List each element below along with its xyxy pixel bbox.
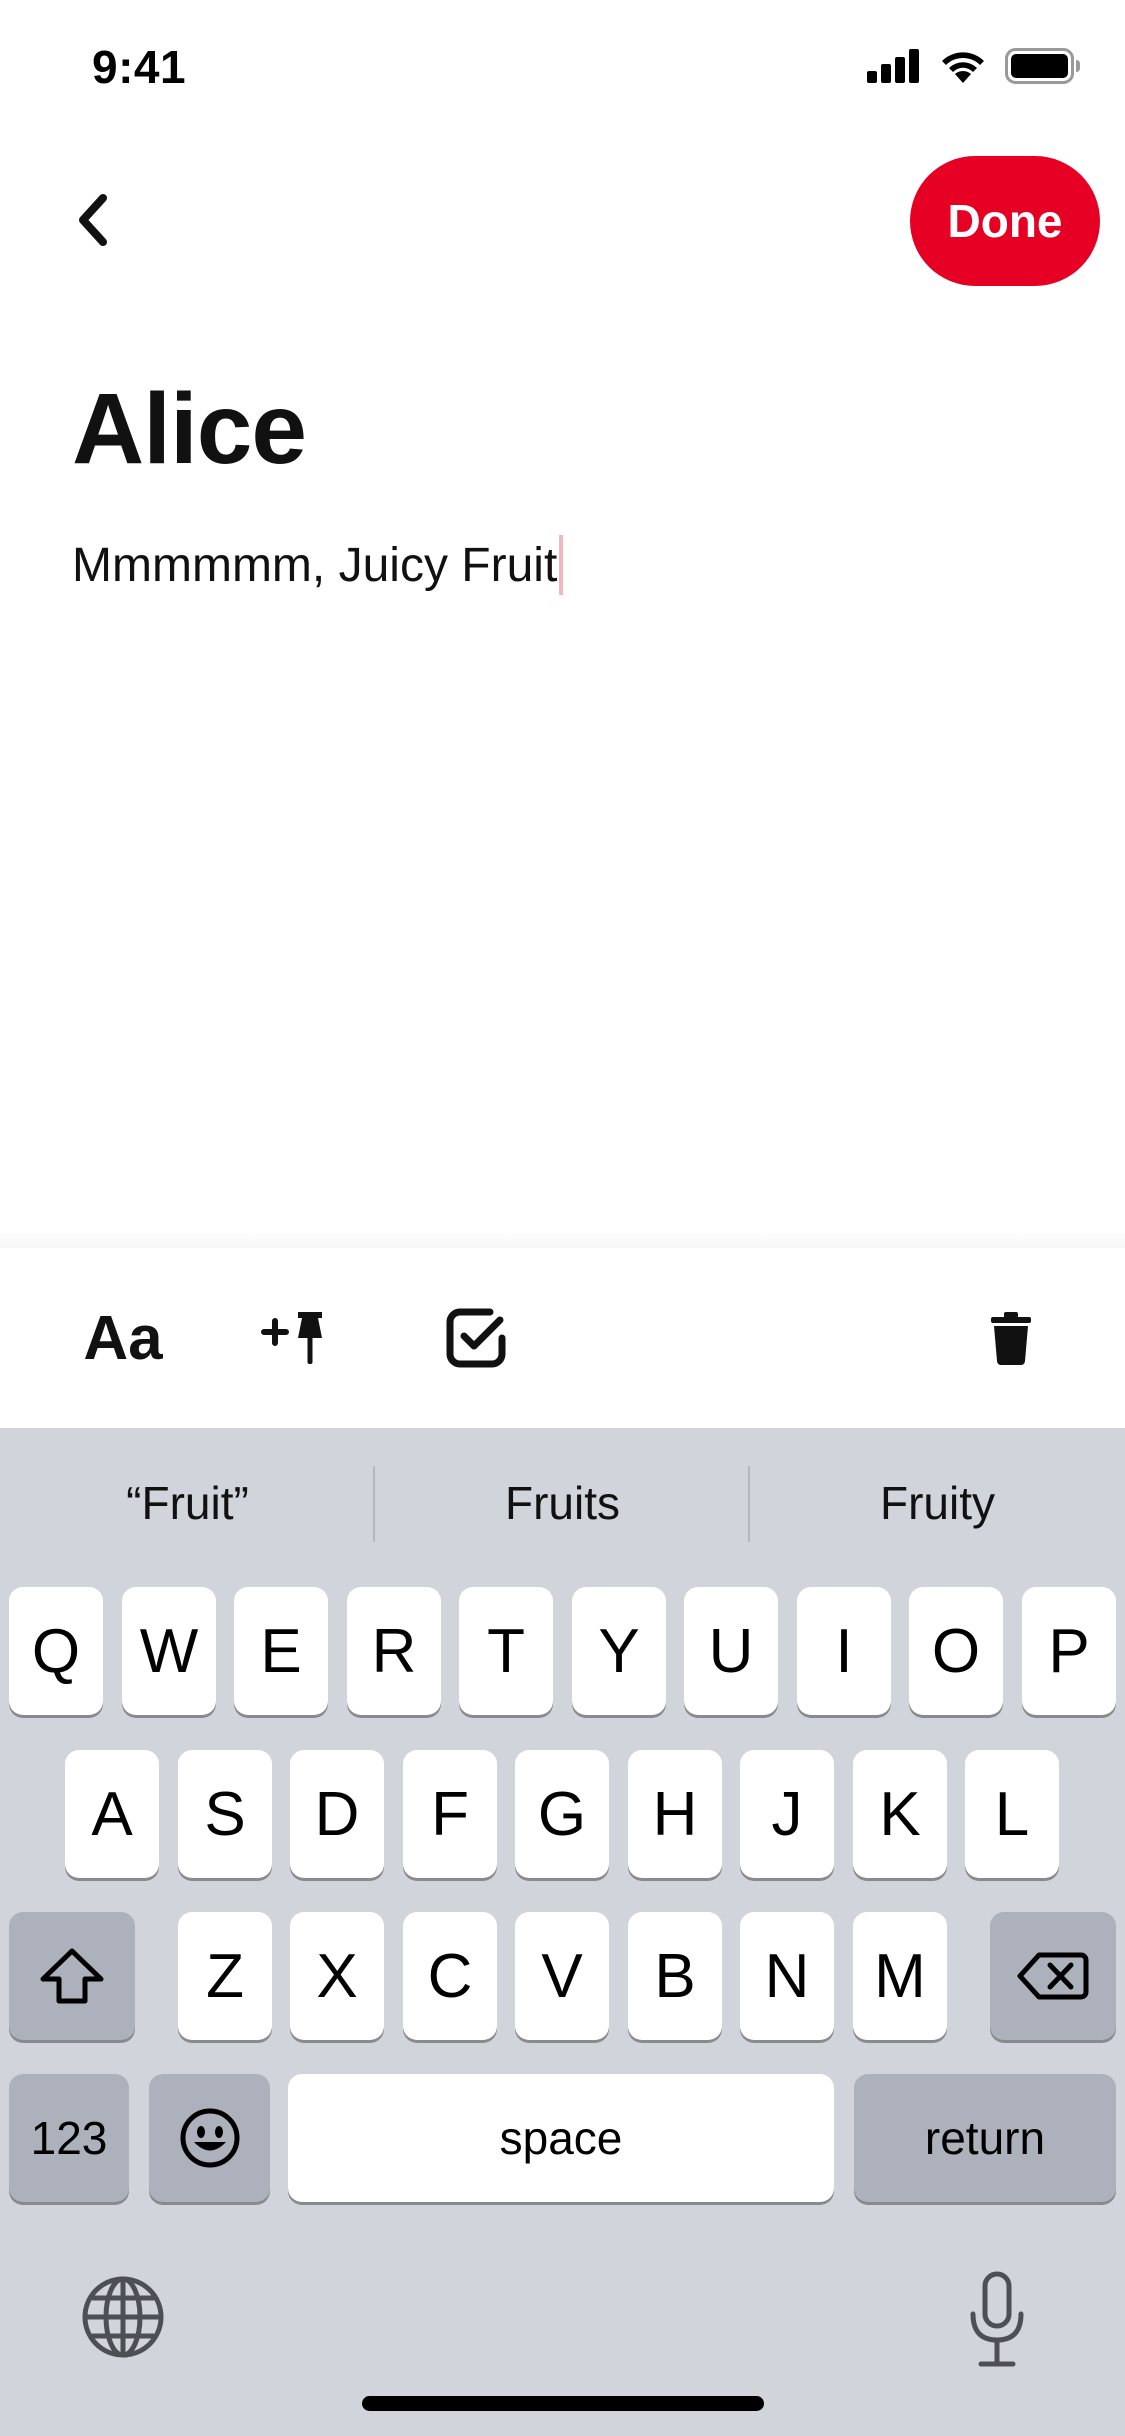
key-w[interactable]: W xyxy=(122,1587,216,1715)
done-button[interactable]: Done xyxy=(910,156,1100,286)
key-j[interactable]: J xyxy=(740,1750,834,1878)
key-b[interactable]: B xyxy=(628,1912,722,2040)
key-x[interactable]: X xyxy=(290,1912,384,2040)
microphone-button[interactable] xyxy=(965,2270,1029,2370)
checkbox-icon xyxy=(446,1308,506,1368)
globe-icon xyxy=(82,2276,164,2358)
cellular-signal-icon xyxy=(867,49,919,83)
key-p[interactable]: P xyxy=(1022,1587,1116,1715)
note-toolbar: Aa xyxy=(0,1248,1125,1428)
key-r[interactable]: R xyxy=(347,1587,441,1715)
key-c[interactable]: C xyxy=(403,1912,497,2040)
key-i[interactable]: I xyxy=(797,1587,891,1715)
key-q[interactable]: Q xyxy=(9,1587,103,1715)
key-z[interactable]: Z xyxy=(178,1912,272,2040)
status-bar: 9:41 xyxy=(0,0,1125,140)
globe-button[interactable] xyxy=(80,2274,166,2364)
key-y[interactable]: Y xyxy=(572,1587,666,1715)
status-icons xyxy=(867,48,1081,84)
text-caret xyxy=(559,535,564,595)
key-s[interactable]: S xyxy=(178,1750,272,1878)
suggestion-item[interactable]: Fruits xyxy=(375,1428,750,1578)
emoji-key[interactable] xyxy=(149,2074,270,2202)
key-f[interactable]: F xyxy=(403,1750,497,1878)
shift-icon xyxy=(40,1948,104,2004)
return-key[interactable]: return xyxy=(854,2074,1116,2202)
backspace-icon xyxy=(1017,1952,1089,2000)
space-key[interactable]: space xyxy=(288,2074,834,2202)
wifi-icon xyxy=(942,52,984,83)
key-e[interactable]: E xyxy=(234,1587,328,1715)
suggestion-item[interactable]: “Fruit” xyxy=(0,1428,375,1578)
key-g[interactable]: G xyxy=(515,1750,609,1878)
text-style-button[interactable]: Aa xyxy=(68,1248,178,1428)
battery-icon xyxy=(1005,48,1080,84)
checklist-button[interactable] xyxy=(438,1248,514,1428)
key-v[interactable]: V xyxy=(515,1912,609,2040)
key-n[interactable]: N xyxy=(740,1912,834,2040)
key-k[interactable]: K xyxy=(853,1750,947,1878)
backspace-key[interactable] xyxy=(990,1912,1116,2040)
status-time: 9:41 xyxy=(92,41,187,93)
key-o[interactable]: O xyxy=(909,1587,1003,1715)
numbers-key[interactable]: 123 xyxy=(9,2074,129,2202)
note-body-text: Mmmmmm, Juicy Fruit xyxy=(72,538,558,592)
back-button[interactable] xyxy=(58,180,128,260)
note-body-field[interactable]: Mmmmmm, Juicy Fruit xyxy=(72,535,564,595)
key-u[interactable]: U xyxy=(684,1587,778,1715)
key-h[interactable]: H xyxy=(628,1750,722,1878)
suggestion-item[interactable]: Fruity xyxy=(750,1428,1125,1578)
key-a[interactable]: A xyxy=(65,1750,159,1878)
emoji-icon xyxy=(180,2108,239,2168)
key-m[interactable]: M xyxy=(853,1912,947,2040)
add-pin-button[interactable] xyxy=(255,1248,335,1428)
keyboard: “Fruit” Fruits Fruity Q W E R T Y U I O … xyxy=(0,1428,1125,2436)
toolbar-shadow xyxy=(0,1230,1125,1250)
add-pin-icon xyxy=(261,1312,322,1364)
key-t[interactable]: T xyxy=(459,1587,553,1715)
back-chevron-icon xyxy=(79,194,107,246)
suggestion-bar: “Fruit” Fruits Fruity xyxy=(0,1428,1125,1578)
shift-key[interactable] xyxy=(9,1912,135,2040)
trash-icon xyxy=(991,1312,1031,1365)
delete-button[interactable] xyxy=(980,1248,1042,1428)
key-l[interactable]: L xyxy=(965,1750,1059,1878)
note-title[interactable]: Alice xyxy=(72,372,307,487)
key-d[interactable]: D xyxy=(290,1750,384,1878)
home-indicator xyxy=(362,2396,764,2411)
microphone-icon xyxy=(970,2271,1024,2367)
